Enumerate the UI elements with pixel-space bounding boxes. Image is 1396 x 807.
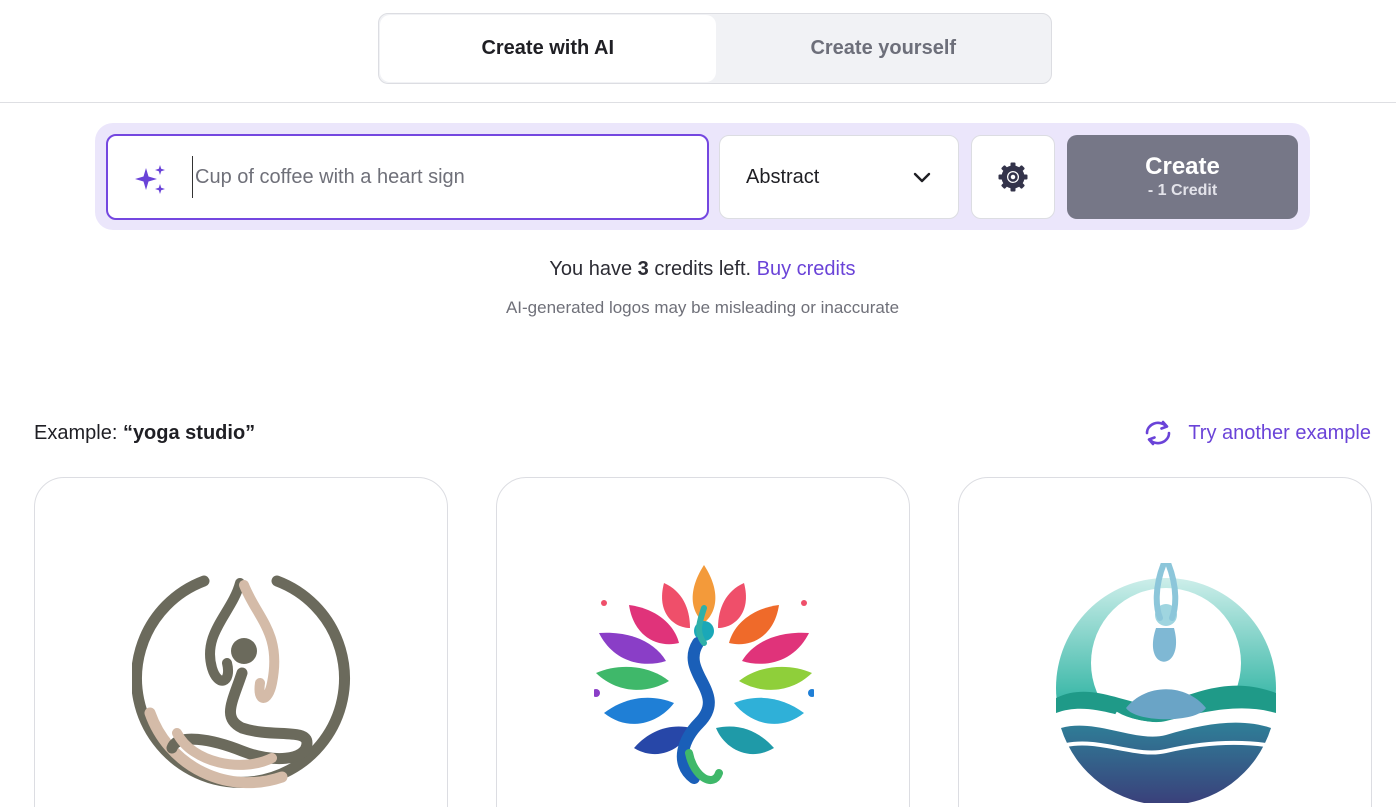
- yoga-logo-teal: [1056, 563, 1276, 803]
- credits-info: You have 3 credits left. Buy credits: [0, 258, 1396, 281]
- yoga-logo-lotus: [594, 565, 814, 784]
- style-select[interactable]: Abstract: [719, 135, 959, 219]
- style-select-value: Abstract: [746, 165, 820, 188]
- example-query: “yoga studio”: [122, 422, 256, 444]
- mode-tabs: Create with AI Create yourself: [378, 13, 1052, 84]
- tab-create-with-ai[interactable]: Create with AI: [380, 15, 716, 82]
- credits-suffix: credits left.: [654, 258, 752, 280]
- prompt-input[interactable]: [192, 156, 692, 198]
- chevron-down-icon: [913, 172, 931, 183]
- header-divider: [0, 102, 1396, 103]
- prompt-input-wrapper[interactable]: [106, 134, 709, 220]
- gear-icon: [998, 162, 1028, 192]
- logo-example-card-2[interactable]: [496, 477, 910, 807]
- example-label: Example: “yoga studio”: [34, 422, 255, 445]
- tab-create-yourself[interactable]: Create yourself: [716, 14, 1052, 83]
- example-prefix: Example:: [34, 422, 118, 444]
- sparkle-icon: [135, 165, 165, 194]
- create-button[interactable]: Create - 1 Credit: [1067, 135, 1298, 219]
- buy-credits-link[interactable]: Buy credits: [757, 258, 856, 280]
- logo-example-card-1[interactable]: [34, 477, 448, 807]
- try-another-example-button[interactable]: Try another example: [1142, 420, 1371, 446]
- try-another-label: Try another example: [1188, 421, 1371, 444]
- ai-disclaimer: AI-generated logos may be misleading or …: [505, 298, 900, 317]
- credits-count: 3: [637, 258, 649, 280]
- yoga-logo-earthy: [132, 575, 350, 789]
- refresh-icon: [1146, 420, 1171, 446]
- credits-prefix: You have: [549, 258, 633, 280]
- logo-example-card-3[interactable]: [958, 477, 1372, 807]
- prompt-bar: Abstract: [95, 123, 1310, 230]
- settings-button[interactable]: [971, 135, 1055, 219]
- create-button-label: Create: [1145, 153, 1220, 180]
- create-button-cost: - 1 Credit: [1147, 182, 1218, 199]
